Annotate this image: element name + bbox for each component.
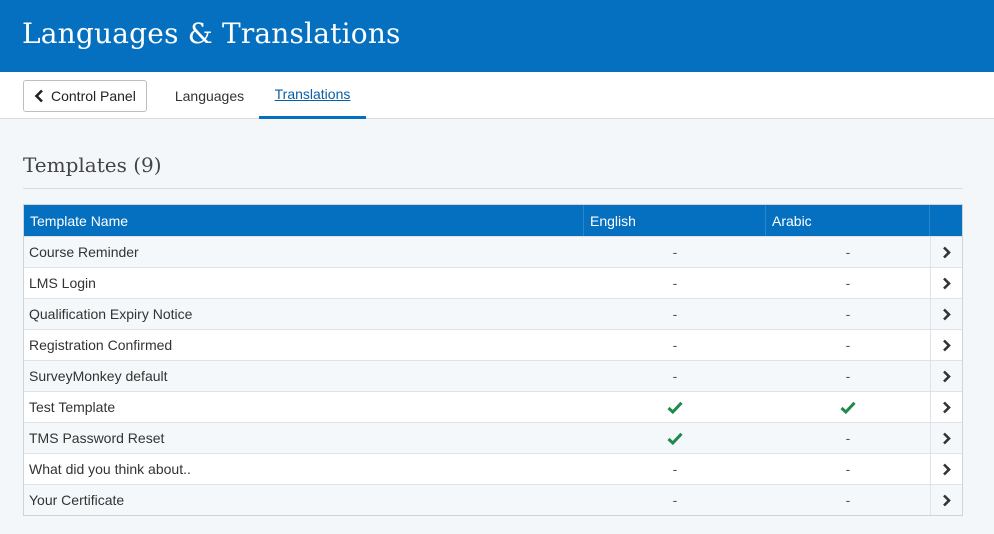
english-status: - [672,275,678,291]
arabic-status: - [845,275,851,291]
table-row[interactable]: Your Certificate - - [24,484,962,515]
chevron-right-icon[interactable] [930,454,962,484]
table-row[interactable]: What did you think about.. - - [24,453,962,484]
chevron-right-icon[interactable] [930,299,962,329]
section-divider [23,188,963,189]
template-name: Qualification Expiry Notice [29,306,193,322]
english-status: - [672,244,678,260]
table-body: Course Reminder - - LMS Login - - Qualificatio… [24,236,962,515]
template-name: What did you think about.. [29,461,191,477]
chevron-right-icon[interactable] [930,330,962,360]
english-status: - [672,492,678,508]
table-row[interactable]: LMS Login - - [24,267,962,298]
english-status: - [672,306,678,322]
template-name: Your Certificate [29,492,125,508]
template-name: Course Reminder [29,244,139,260]
column-header-arabic[interactable]: Arabic [766,205,930,236]
control-panel-back-label: Control Panel [51,88,136,104]
column-header-template-name[interactable]: Template Name [24,205,584,236]
arabic-status: - [845,461,851,477]
column-header-english[interactable]: English [584,205,766,236]
template-name: TMS Password Reset [29,430,165,446]
chevron-right-icon[interactable] [930,485,962,515]
table-row[interactable]: Registration Confirmed - - [24,329,962,360]
chevron-right-icon[interactable] [930,423,962,453]
chevron-right-icon[interactable] [930,361,962,391]
english-status: - [672,461,678,477]
tab-translations[interactable]: Translations [259,72,366,119]
arabic-status: - [845,244,851,260]
table-header: Template Name English Arabic [24,205,962,236]
english-status: - [672,337,678,353]
template-name: Test Template [29,399,116,415]
english-check-icon [584,423,766,453]
template-name: SurveyMonkey default [29,368,168,384]
chevron-right-icon[interactable] [930,268,962,298]
tab-bar: Control Panel Languages Translations [0,72,994,119]
chevron-right-icon[interactable] [930,237,962,267]
english-status: - [672,368,678,384]
arabic-status: - [845,337,851,353]
arabic-status: - [845,368,851,384]
templates-heading: Templates (9) [23,153,162,177]
page-header: Languages & Translations [0,0,994,72]
table-row[interactable]: SurveyMonkey default - - [24,360,962,391]
column-header-action [930,205,962,236]
templates-table: Template Name English Arabic Course Remi… [23,204,963,516]
arabic-status: - [845,306,851,322]
page-title: Languages & Translations [22,17,401,50]
table-row[interactable]: Test Template [24,391,962,422]
chevron-left-icon [34,89,48,103]
template-name: LMS Login [29,275,96,291]
arabic-status: - [845,430,851,446]
table-row[interactable]: Course Reminder - - [24,236,962,267]
table-row[interactable]: Qualification Expiry Notice - - [24,298,962,329]
chevron-right-icon[interactable] [930,392,962,422]
arabic-check-icon [766,392,930,422]
tab-languages[interactable]: Languages [160,72,259,119]
arabic-status: - [845,492,851,508]
template-name: Registration Confirmed [29,337,173,353]
table-row[interactable]: TMS Password Reset - [24,422,962,453]
control-panel-back-button[interactable]: Control Panel [23,80,147,112]
english-check-icon [584,392,766,422]
